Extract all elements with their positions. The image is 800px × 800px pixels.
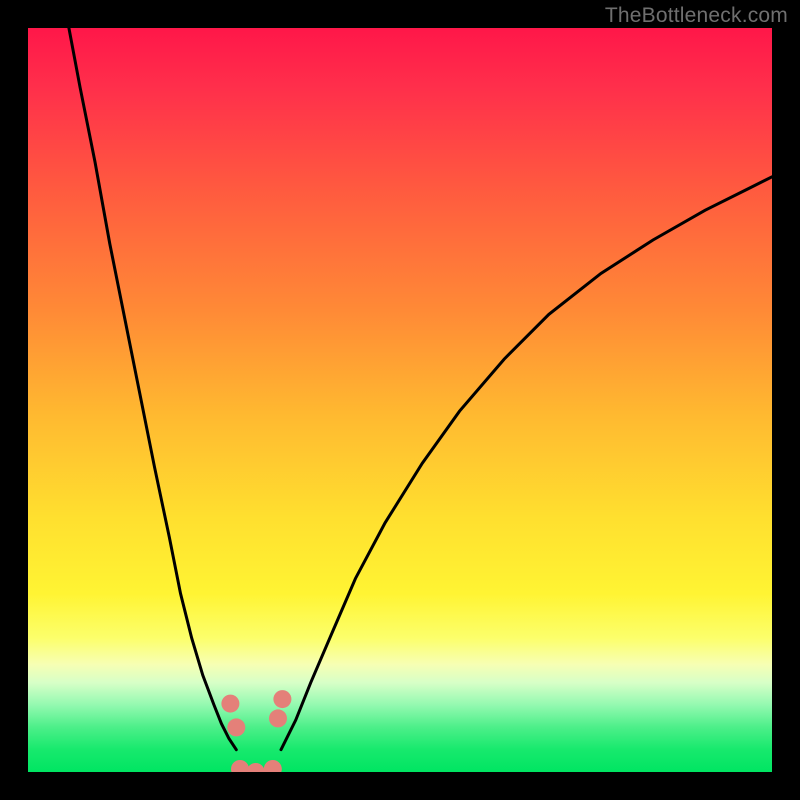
left-curve [69,28,236,750]
trough-marker-left [231,760,249,772]
curve-layer [28,28,772,772]
chart-frame: TheBottleneck.com [0,0,800,800]
right-curve-marker-upper [273,690,291,708]
right-curve-path [281,177,772,750]
left-curve-path [69,28,236,750]
plot-area [28,28,772,772]
data-markers [221,690,291,772]
watermark-text: TheBottleneck.com [605,4,788,28]
right-curve [281,177,772,750]
trough-marker-center [247,763,265,772]
right-curve-marker-lower [269,709,287,727]
trough-marker-right [264,760,282,772]
left-curve-marker-lower [227,718,245,736]
left-curve-marker-upper [221,695,239,713]
